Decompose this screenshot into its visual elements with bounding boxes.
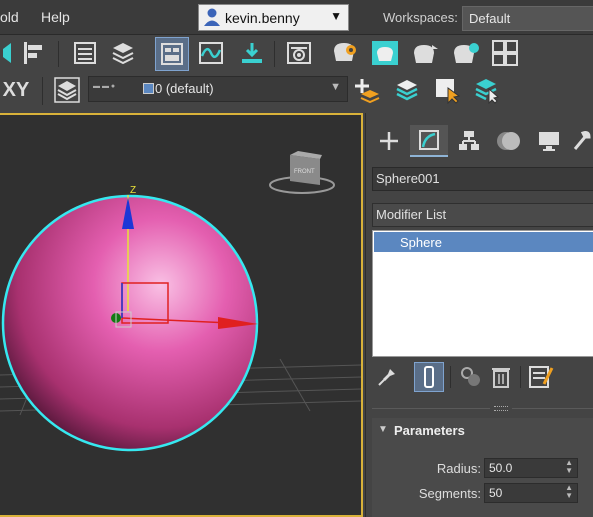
toolbar-separator xyxy=(520,366,521,388)
make-unique-icon[interactable] xyxy=(456,362,486,392)
render-setup-icon[interactable] xyxy=(330,38,360,68)
toggle-ribbon-icon[interactable] xyxy=(155,37,189,71)
tab-utilities[interactable] xyxy=(566,125,593,157)
stack-toolbar xyxy=(372,362,593,392)
layer-dropdown[interactable]: ▬ ▬ ● 0 (default) ▼ xyxy=(88,76,348,102)
menu-item-help[interactable]: Help xyxy=(41,9,70,25)
stack-item-label: Sphere xyxy=(400,235,442,250)
toolbar-separator xyxy=(58,41,59,67)
link-icon[interactable] xyxy=(0,38,14,68)
schematic-view-icon[interactable] xyxy=(237,38,267,68)
pin-stack-icon[interactable] xyxy=(372,362,402,392)
spinner-arrows-icon[interactable]: ▲ ▼ xyxy=(565,459,573,475)
main-toolbar xyxy=(0,35,593,73)
rollout-title: Parameters xyxy=(394,423,465,438)
tab-display[interactable] xyxy=(530,125,568,157)
curve-editor-icon[interactable] xyxy=(196,38,226,68)
object-name-value: Sphere001 xyxy=(376,171,440,186)
segments-spinner[interactable]: 50 ▲ ▼ xyxy=(484,483,578,503)
workspaces-label: Workspaces: xyxy=(383,10,458,25)
chevron-down-icon: ▼ xyxy=(330,9,342,23)
collapse-triangle-icon: ▼ xyxy=(378,424,388,435)
material-editor-icon[interactable] xyxy=(284,38,314,68)
user-account-dropdown[interactable]: kevin.benny ▼ xyxy=(198,4,349,31)
user-name: kevin.benny xyxy=(225,10,300,26)
modifier-list-dropdown[interactable]: Modifier List xyxy=(372,203,593,227)
align-icon[interactable] xyxy=(18,38,48,68)
modifier-stack[interactable]: Sphere xyxy=(372,230,593,357)
render-in-cloud-icon[interactable] xyxy=(450,38,480,68)
gizmo-z-label: Z xyxy=(130,185,136,196)
layer-color-swatch xyxy=(143,83,154,94)
parameters-rollout-header[interactable]: ▼ Parameters xyxy=(372,420,593,442)
manage-layers-icon[interactable] xyxy=(52,75,82,105)
toolbar-separator xyxy=(274,41,275,67)
modifier-list-label: Modifier List xyxy=(376,207,447,222)
segments-value: 50 xyxy=(489,486,503,500)
layer-explorer-icon[interactable] xyxy=(108,38,138,68)
radius-value: 50.0 xyxy=(489,461,513,475)
tab-hierarchy[interactable] xyxy=(450,125,488,157)
constraint-xy-icon[interactable]: XY xyxy=(0,75,32,105)
set-current-layer-icon[interactable] xyxy=(472,75,502,105)
select-objects-in-layer-icon[interactable] xyxy=(432,75,462,105)
remove-modifier-icon[interactable] xyxy=(486,362,516,392)
menu-item-build[interactable]: old xyxy=(0,9,19,25)
view-cube: FRONT xyxy=(269,151,335,194)
add-to-layer-icon[interactable] xyxy=(392,75,422,105)
tab-create[interactable] xyxy=(370,125,408,157)
radius-spinner[interactable]: 50.0 ▲ ▼ xyxy=(484,458,578,478)
spinner-arrows-icon[interactable]: ▲ ▼ xyxy=(565,484,573,500)
workspaces-dropdown[interactable]: Default xyxy=(462,6,593,31)
secondary-toolbar: XY ▬ ▬ ● 0 (default) ▼ xyxy=(0,73,593,111)
current-layer-label: 0 (default) xyxy=(155,81,214,96)
view-cube-face-label: FRONT xyxy=(294,169,315,175)
tab-modify[interactable] xyxy=(410,125,448,157)
menu-bar: old Help kevin.benny ▼ Workspaces: Defau… xyxy=(0,0,593,35)
configure-modifier-sets-icon[interactable] xyxy=(526,362,556,392)
stack-item-sphere[interactable]: Sphere xyxy=(374,232,593,252)
create-new-layer-icon[interactable] xyxy=(352,75,382,105)
render-production-icon[interactable] xyxy=(410,38,440,68)
rendered-frame-window-icon[interactable] xyxy=(370,38,400,68)
scene-explorer-icon[interactable] xyxy=(70,38,100,68)
chevron-down-icon: ▼ xyxy=(330,81,341,93)
radius-label: Radius: xyxy=(436,461,481,476)
show-end-result-icon[interactable] xyxy=(414,362,444,392)
layer-state-icons: ▬ ▬ ● xyxy=(93,83,116,90)
segments-label: Segments: xyxy=(418,486,481,501)
render-gallery-icon[interactable] xyxy=(490,38,520,68)
toolbar-separator xyxy=(42,77,43,105)
perspective-viewport[interactable]: Z FRONT xyxy=(0,113,363,517)
object-name-field[interactable]: Sphere001 xyxy=(372,167,593,191)
rollout-divider[interactable] xyxy=(372,405,593,411)
user-icon xyxy=(204,8,220,26)
tab-motion[interactable] xyxy=(490,125,528,157)
toolbar-separator xyxy=(450,366,451,388)
workspaces-value: Default xyxy=(469,11,511,26)
